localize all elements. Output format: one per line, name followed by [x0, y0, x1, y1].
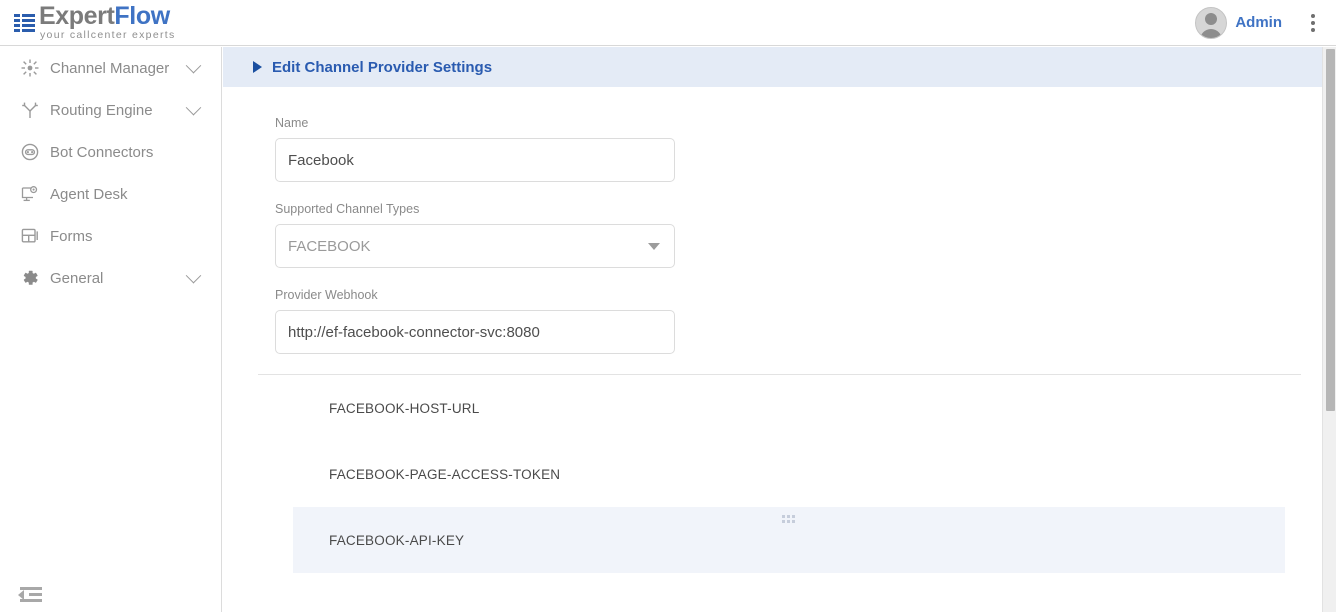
sidebar-item-forms[interactable]: Forms	[0, 215, 221, 257]
name-input[interactable]: Facebook	[275, 138, 675, 182]
scrollbar-thumb[interactable]	[1326, 49, 1335, 411]
sidebar: Channel Manager Routing Engine Bot Conne…	[0, 47, 222, 612]
routing-fork-icon	[18, 98, 42, 122]
user-avatar-icon[interactable]	[1195, 7, 1227, 39]
chevron-down-icon[interactable]	[186, 99, 202, 115]
field-label: Name	[275, 116, 675, 130]
list-item[interactable]: FACEBOOK-API-KEY	[293, 507, 1285, 573]
chevron-down-icon[interactable]	[186, 57, 202, 73]
sidebar-item-label: Forms	[50, 228, 93, 245]
app-header: ExpertFlow your callcenter experts Admin	[0, 0, 1336, 46]
monitor-gear-icon	[18, 182, 42, 206]
logo-tagline: your callcenter experts	[39, 30, 176, 41]
form-layout-icon	[18, 224, 42, 248]
sidebar-item-agent-desk[interactable]: Agent Desk	[0, 173, 221, 215]
sidebar-item-general[interactable]: General	[0, 257, 221, 299]
list-item[interactable]: FACEBOOK-HOST-URL	[223, 375, 1328, 441]
page-title: Edit Channel Provider Settings	[272, 59, 492, 76]
sidebar-item-channel-manager[interactable]: Channel Manager	[0, 47, 221, 89]
gear-icon	[18, 266, 42, 290]
sidebar-item-label: Routing Engine	[50, 102, 153, 119]
provider-properties-list: FACEBOOK-HOST-URL FACEBOOK-PAGE-ACCESS-T…	[223, 375, 1328, 573]
header-user-area: Admin	[1195, 7, 1336, 39]
drag-handle-icon[interactable]	[782, 515, 796, 523]
main-content: Edit Channel Provider Settings Name Face…	[223, 47, 1328, 612]
sidebar-item-label: Channel Manager	[50, 60, 169, 77]
supported-channel-types-select[interactable]: FACEBOOK	[275, 224, 675, 268]
sidebar-item-label: Agent Desk	[50, 186, 128, 203]
logo-text: ExpertFlow your callcenter experts	[39, 4, 176, 41]
list-item[interactable]: FACEBOOK-PAGE-ACCESS-TOKEN	[223, 441, 1328, 507]
logo-primary-text: Expert	[39, 2, 114, 30]
panel-header[interactable]: Edit Channel Provider Settings	[223, 47, 1328, 87]
collapse-sidebar-icon[interactable]	[18, 584, 42, 606]
field-provider-webhook: Provider Webhook http://ef-facebook-conn…	[275, 288, 675, 354]
property-label: FACEBOOK-PAGE-ACCESS-TOKEN	[329, 467, 560, 482]
field-supported-channel-types: Supported Channel Types FACEBOOK	[275, 202, 675, 268]
field-name: Name Facebook	[275, 116, 675, 182]
property-label: FACEBOOK-HOST-URL	[329, 401, 479, 416]
list-bars-icon	[14, 12, 36, 34]
app-logo[interactable]: ExpertFlow your callcenter experts	[0, 4, 176, 41]
settings-form: Name Facebook Supported Channel Types FA…	[223, 87, 1328, 354]
chevron-down-icon[interactable]	[648, 243, 660, 250]
sidebar-item-label: Bot Connectors	[50, 144, 153, 161]
user-name-label[interactable]: Admin	[1235, 14, 1282, 31]
chevron-down-icon[interactable]	[186, 267, 202, 283]
kebab-menu-icon[interactable]	[1300, 8, 1326, 38]
logo-secondary-text: Flow	[114, 2, 169, 30]
field-label: Provider Webhook	[275, 288, 675, 302]
input-value: Facebook	[288, 152, 354, 169]
sidebar-item-bot-connectors[interactable]: Bot Connectors	[0, 131, 221, 173]
property-label: FACEBOOK-API-KEY	[329, 533, 464, 548]
provider-webhook-input[interactable]: http://ef-facebook-connector-svc:8080	[275, 310, 675, 354]
caret-right-icon[interactable]	[253, 61, 262, 73]
select-value: FACEBOOK	[288, 238, 371, 255]
robot-icon	[18, 140, 42, 164]
sidebar-item-label: General	[50, 270, 103, 287]
vertical-scrollbar[interactable]	[1322, 47, 1336, 612]
sidebar-item-routing-engine[interactable]: Routing Engine	[0, 89, 221, 131]
field-label: Supported Channel Types	[275, 202, 675, 216]
hub-network-icon	[18, 56, 42, 80]
input-value: http://ef-facebook-connector-svc:8080	[288, 324, 540, 341]
